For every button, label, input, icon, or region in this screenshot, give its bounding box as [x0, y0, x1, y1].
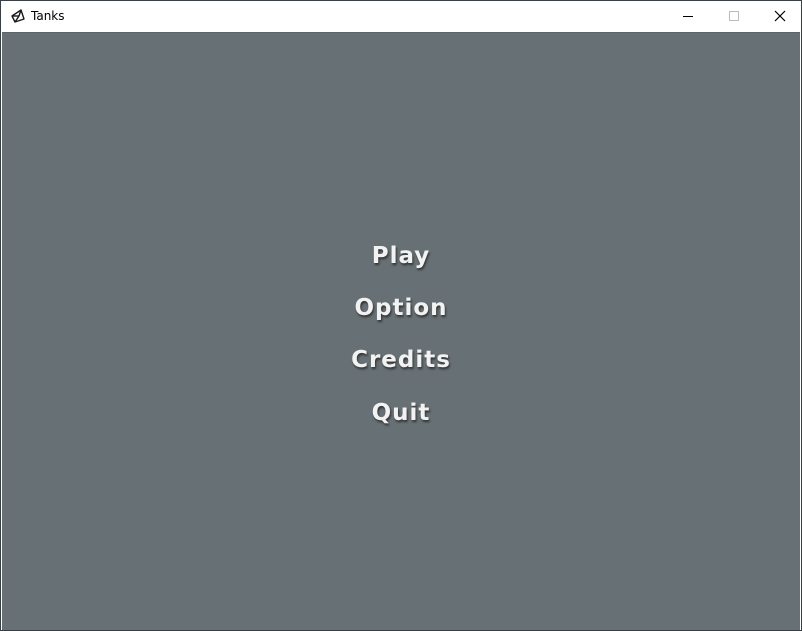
minimize-button[interactable] [665, 1, 711, 31]
quit-button[interactable]: Quit [2, 399, 800, 427]
window-title: Tanks [31, 9, 65, 23]
option-label: Option [354, 295, 448, 321]
credits-label: Credits [351, 347, 451, 373]
close-button[interactable] [757, 1, 802, 31]
play-label: Play [371, 243, 431, 269]
maximize-icon [729, 11, 739, 21]
title-bar[interactable]: Tanks [1, 1, 801, 31]
minimize-icon [683, 16, 693, 17]
credits-button[interactable]: Credits [2, 346, 800, 374]
close-icon [774, 10, 786, 22]
game-viewport: Play Option Credits Quit [2, 32, 800, 630]
play-button[interactable]: Play [2, 242, 800, 270]
quit-label: Quit [371, 400, 431, 426]
unity-icon [11, 9, 25, 23]
game-window: Tanks Play Option Credits Quit [0, 0, 802, 631]
option-button[interactable]: Option [2, 294, 800, 322]
maximize-button[interactable] [711, 1, 757, 31]
